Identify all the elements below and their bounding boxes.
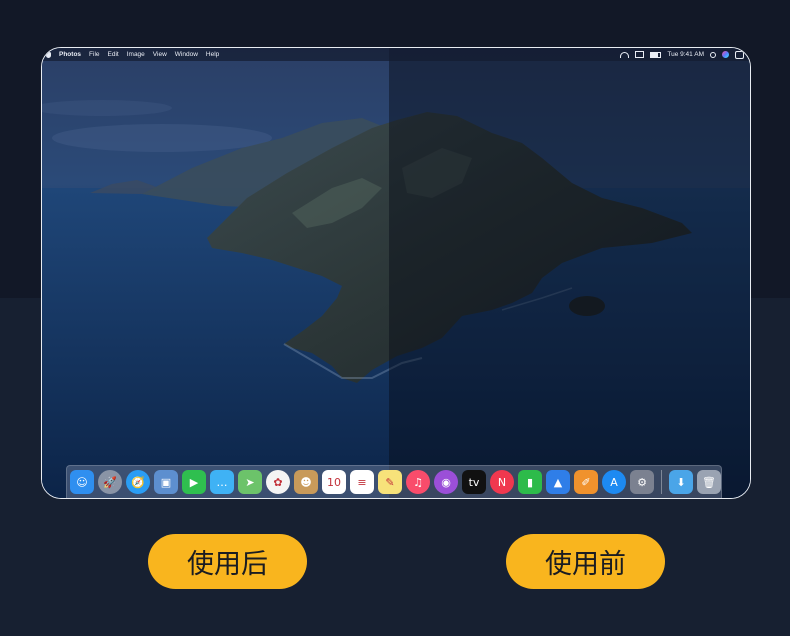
wifi-icon[interactable] <box>620 51 630 58</box>
news-icon[interactable]: N <box>490 470 514 494</box>
menu-clock[interactable]: Tue 9:41 AM <box>667 51 704 58</box>
messages-icon[interactable]: … <box>210 470 234 494</box>
apple-icon[interactable] <box>46 51 51 58</box>
after-use-button[interactable]: 使用后 <box>148 534 307 589</box>
facetime-icon[interactable]: ▶ <box>182 470 206 494</box>
keynote-icon[interactable]: ▲ <box>546 470 570 494</box>
before-dim-overlay <box>389 48 750 498</box>
downloads-folder-icon[interactable]: ⬇ <box>669 470 693 494</box>
reminders-icon[interactable]: ≡ <box>350 470 374 494</box>
siri-icon[interactable] <box>722 51 729 58</box>
system-preferences-icon[interactable]: ⚙ <box>630 470 654 494</box>
menu-window[interactable]: Window <box>175 51 198 58</box>
safari-icon[interactable]: 🧭 <box>126 470 150 494</box>
podcasts-icon[interactable]: ◉ <box>434 470 458 494</box>
airplay-icon[interactable] <box>635 51 645 58</box>
app-store-icon[interactable]: A <box>602 470 626 494</box>
menu-edit[interactable]: Edit <box>108 51 119 58</box>
dock: ☺ 🚀 🧭 ▣ ▶… ➤ ✿ ☻ 10 ≡ ✎ ♫ ◉ tv N ▮ ▲ ✐ A ⚙ ⬇ 🗑 <box>66 465 722 498</box>
trash-icon[interactable]: 🗑 <box>697 470 721 494</box>
numbers-icon[interactable]: ▮ <box>518 470 542 494</box>
tv-icon[interactable]: tv <box>462 470 486 494</box>
menu-help[interactable]: Help <box>206 51 219 58</box>
maps-icon[interactable]: ➤ <box>238 470 262 494</box>
contacts-icon[interactable]: ☻ <box>294 470 318 494</box>
desktop-screenshot: Photos File Edit Image View Window Help … <box>41 47 751 499</box>
music-icon[interactable]: ♫ <box>406 470 430 494</box>
battery-icon[interactable] <box>650 51 662 58</box>
dock-separator <box>661 470 662 494</box>
before-use-button[interactable]: 使用前 <box>506 534 665 589</box>
notes-icon[interactable]: ✎ <box>378 470 402 494</box>
menu-app-name[interactable]: Photos <box>59 51 81 58</box>
pages-icon[interactable]: ✐ <box>574 470 598 494</box>
menu-bar: Photos File Edit Image View Window Help … <box>42 48 750 61</box>
spotlight-search-icon[interactable] <box>710 51 716 58</box>
calendar-icon[interactable]: 10 <box>322 470 346 494</box>
menu-view[interactable]: View <box>153 51 167 58</box>
menu-file[interactable]: File <box>89 51 99 58</box>
photos-icon[interactable]: ✿ <box>266 470 290 494</box>
launchpad-icon[interactable]: 🚀 <box>98 470 122 494</box>
preview-icon[interactable]: ▣ <box>154 470 178 494</box>
notification-center-icon[interactable] <box>735 50 744 59</box>
finder-icon[interactable]: ☺ <box>70 470 94 494</box>
menu-image[interactable]: Image <box>127 51 145 58</box>
